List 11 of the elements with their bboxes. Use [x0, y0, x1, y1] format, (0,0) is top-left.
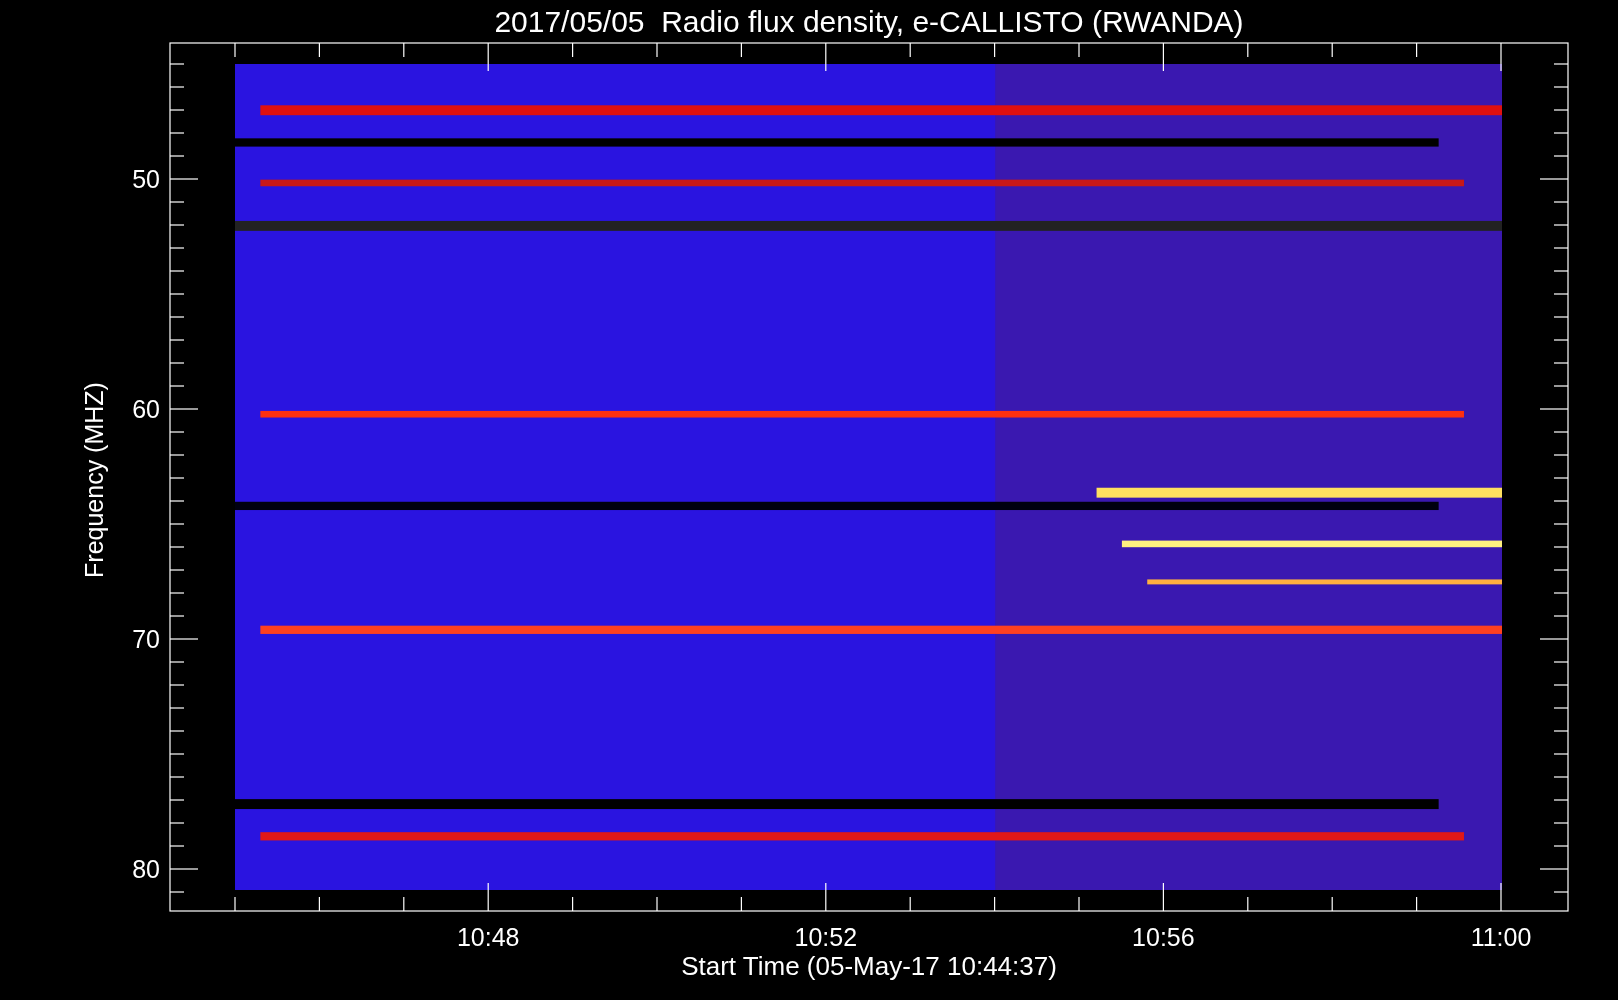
plot-title: 2017/05/05 Radio flux density, e-CALLISTO (RWANDA) [494, 5, 1244, 38]
tick-label: 11:00 [1470, 923, 1532, 951]
tick-label: 70 [132, 625, 160, 653]
tick-label: 50 [132, 165, 160, 193]
axis-label: Frequency (MHZ) [80, 382, 108, 578]
tick-label: 60 [132, 395, 160, 423]
tick-label: 10:56 [1132, 923, 1195, 951]
tick-label: 80 [132, 855, 160, 883]
axis-label: Start Time (05-May-17 10:44:37) [681, 951, 1057, 981]
tick-label: 10:52 [794, 923, 858, 951]
tick-label: 10:48 [456, 923, 520, 951]
